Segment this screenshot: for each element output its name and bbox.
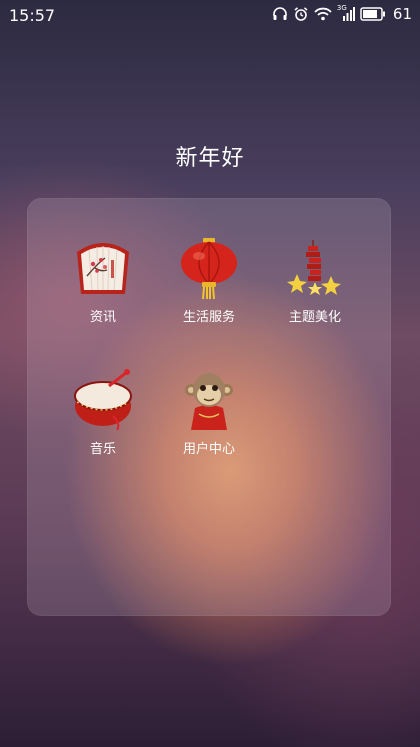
firecracker-icon: [283, 236, 347, 300]
network-type-label: 3G: [336, 4, 347, 12]
monkey-icon: [177, 368, 241, 432]
battery-icon: [360, 7, 386, 21]
status-bar: 15:57 3G 61: [0, 0, 420, 30]
headphones-icon: [272, 6, 288, 22]
app-label: 主题美化: [288, 310, 341, 325]
paper-fan-icon: [71, 236, 135, 300]
app-news[interactable]: 资讯: [53, 236, 153, 325]
wifi-icon: [314, 6, 332, 22]
clock-time: 15:57: [9, 6, 56, 25]
battery-percent: 61: [392, 5, 412, 23]
app-user-center[interactable]: 用户中心: [159, 368, 259, 457]
app-label: 用户中心: [182, 442, 235, 457]
alarm-icon: [293, 6, 309, 22]
drum-icon: [71, 368, 135, 432]
folder-panel: 资讯 生活服务 主题美化 音乐 用户中心: [27, 198, 391, 616]
app-life-services[interactable]: 生活服务: [159, 236, 259, 325]
app-themes[interactable]: 主题美化: [265, 236, 365, 325]
app-label: 音乐: [89, 442, 116, 457]
status-icons: 3G 61: [272, 4, 412, 23]
folder-title[interactable]: 新年好: [0, 140, 420, 172]
red-lantern-icon: [177, 236, 241, 300]
signal-icon: 3G: [336, 4, 355, 22]
app-label: 资讯: [89, 310, 116, 325]
app-label: 生活服务: [182, 310, 235, 325]
app-music[interactable]: 音乐: [53, 368, 153, 457]
